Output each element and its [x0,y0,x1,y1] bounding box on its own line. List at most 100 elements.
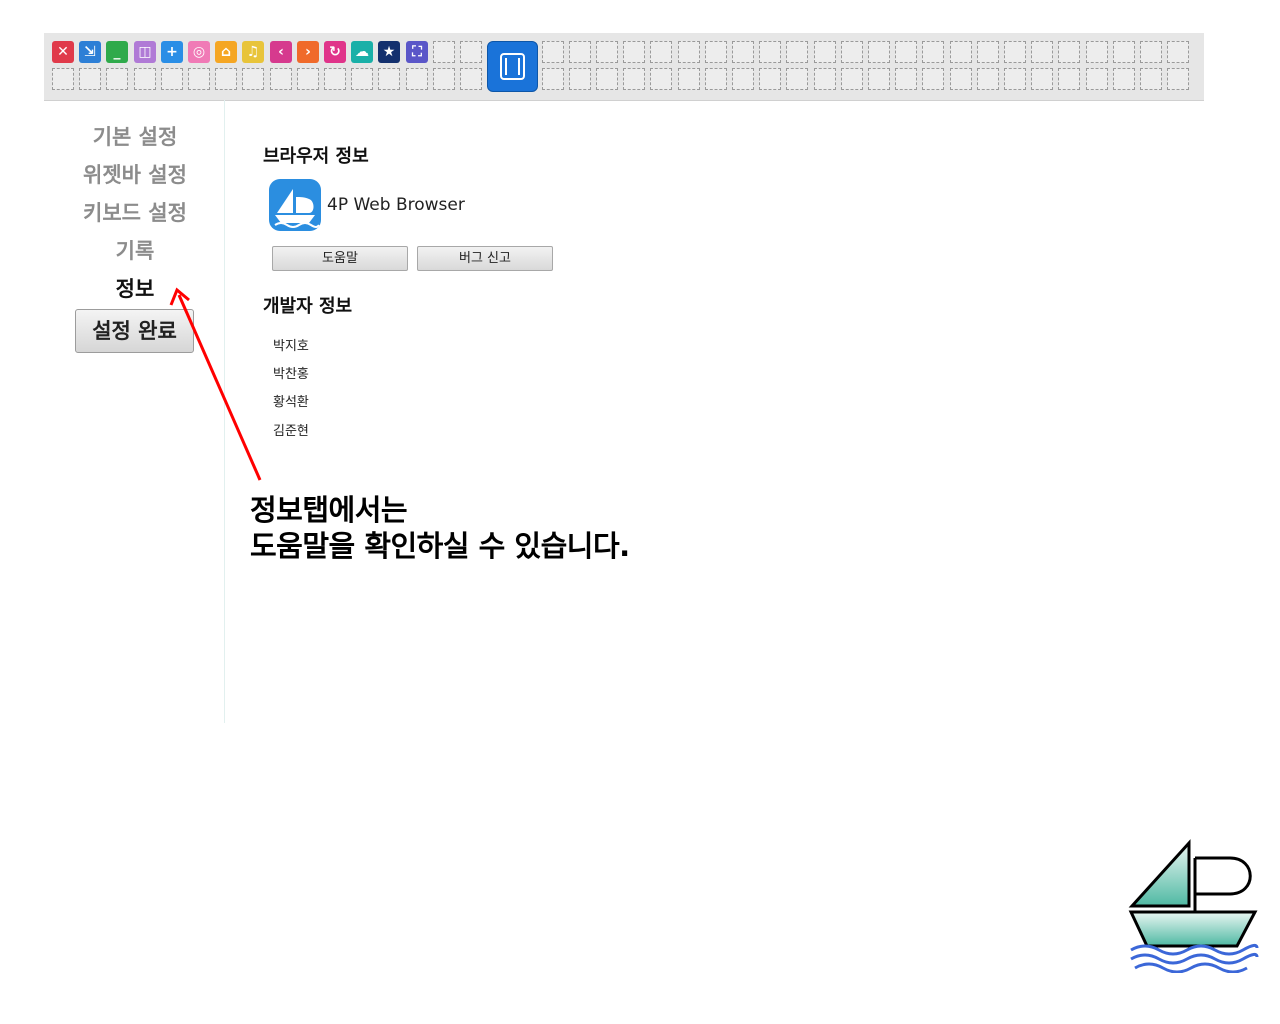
empty-widget-slot[interactable] [324,68,346,90]
empty-widget-slot[interactable] [542,41,564,63]
forward-icon[interactable]: › [297,41,319,63]
empty-widget-slot[interactable] [188,68,210,90]
empty-widget-slot[interactable] [1086,68,1108,90]
empty-widget-slot[interactable] [759,68,781,90]
empty-widget-slot[interactable] [1086,41,1108,63]
sidebar-item-keyboard-settings[interactable]: 키보드 설정 [0,197,270,227]
split-window-icon[interactable]: ◫ [134,41,156,63]
empty-widget-slot[interactable] [161,68,183,90]
empty-widget-slot[interactable] [950,41,972,63]
empty-widget-slot[interactable] [868,41,890,63]
empty-widget-slot[interactable] [378,68,400,90]
empty-widget-slot[interactable] [732,41,754,63]
empty-widget-slot[interactable] [569,68,591,90]
annotation-line-1: 정보탭에서는 [250,493,408,527]
empty-widget-slot[interactable] [868,68,890,90]
developer-name: 박찬홍 [273,367,309,382]
empty-widget-slot[interactable] [977,68,999,90]
weather-icon[interactable]: ☁ [351,41,373,63]
empty-widget-slot[interactable] [623,41,645,63]
add-tab-icon[interactable]: + [161,41,183,63]
fullscreen-icon[interactable]: ⛶ [406,41,428,63]
developer-info-title: 개발자 정보 [263,296,353,317]
empty-widget-slot[interactable] [705,41,727,63]
empty-widget-slot[interactable] [1113,68,1135,90]
empty-widget-slot[interactable] [596,68,618,90]
sidebar-item-history[interactable]: 기록 [0,235,270,265]
empty-widget-slot[interactable] [1140,68,1162,90]
empty-widget-slot[interactable] [433,68,455,90]
empty-widget-slot[interactable] [569,41,591,63]
empty-widget-slot[interactable] [52,68,74,90]
empty-widget-slot[interactable] [106,68,128,90]
empty-widget-slot[interactable] [814,68,836,90]
empty-widget-slot[interactable] [678,68,700,90]
annotation-line-2: 도움말을 확인하실 수 있습니다. [250,529,630,563]
empty-widget-slot[interactable] [1031,41,1053,63]
empty-widget-slot[interactable] [814,41,836,63]
empty-widget-slot[interactable] [1058,41,1080,63]
empty-widget-slot[interactable] [895,41,917,63]
empty-widget-slot[interactable] [786,41,808,63]
sidebar-item-widgetbar-settings[interactable]: 위젯바 설정 [0,159,270,189]
empty-widget-slot[interactable] [460,41,482,63]
app-name: 4P Web Browser [327,195,465,215]
developer-name: 박지호 [273,339,309,354]
empty-widget-slot[interactable] [1140,41,1162,63]
empty-widget-slot[interactable] [841,41,863,63]
empty-widget-slot[interactable] [759,41,781,63]
empty-widget-slot[interactable] [215,68,237,90]
minimize-window-icon[interactable]: ⇲ [79,41,101,63]
bug-report-button[interactable]: 버그 신고 [417,246,553,271]
empty-widget-slot[interactable] [1031,68,1053,90]
help-button[interactable]: 도움말 [272,246,408,271]
home-icon[interactable]: ⌂ [215,41,237,63]
empty-widget-slot[interactable] [270,68,292,90]
empty-widget-slot[interactable] [623,68,645,90]
empty-widget-slot[interactable] [596,41,618,63]
globe-icon[interactable]: ◎ [188,41,210,63]
back-icon[interactable]: ‹ [270,41,292,63]
settings-sidebar: 기본 설정 위젯바 설정 키보드 설정 기록 정보 설정 완료 [0,100,225,723]
close-icon[interactable]: ✕ [52,41,74,63]
empty-widget-slot[interactable] [732,68,754,90]
sidebar-item-info[interactable]: 정보 [0,273,270,303]
empty-widget-slot[interactable] [895,68,917,90]
minimize-icon[interactable]: _ [106,41,128,63]
empty-widget-slot[interactable] [1167,41,1189,63]
empty-widget-slot[interactable] [705,68,727,90]
empty-widget-slot[interactable] [1167,68,1189,90]
empty-widget-slot[interactable] [406,68,428,90]
window-toggle-widget-icon[interactable] [487,41,538,92]
empty-widget-slot[interactable] [922,68,944,90]
empty-widget-slot[interactable] [297,68,319,90]
empty-widget-slot[interactable] [433,41,455,63]
empty-widget-slot[interactable] [242,68,264,90]
empty-widget-slot[interactable] [650,41,672,63]
empty-widget-slot[interactable] [134,68,156,90]
empty-widget-slot[interactable] [1058,68,1080,90]
empty-widget-slot[interactable] [79,68,101,90]
widget-bar: ✕ ⇲ _ ◫ + ◎ ⌂ ♫ ‹ › ↻ ☁ ★ ⛶ [44,33,1204,101]
empty-widget-slot[interactable] [786,68,808,90]
empty-widget-slot[interactable] [977,41,999,63]
empty-widget-slot[interactable] [650,68,672,90]
empty-widget-slot[interactable] [841,68,863,90]
music-icon[interactable]: ♫ [242,41,264,63]
empty-widget-slot[interactable] [950,68,972,90]
browser-info-title: 브라우저 정보 [263,146,369,167]
refresh-icon[interactable]: ↻ [324,41,346,63]
empty-widget-slot[interactable] [922,41,944,63]
bookmark-icon[interactable]: ★ [378,41,400,63]
empty-widget-slot[interactable] [678,41,700,63]
developer-name: 김준현 [273,424,309,439]
sidebar-item-basic-settings[interactable]: 기본 설정 [0,121,270,151]
empty-widget-slot[interactable] [1004,68,1026,90]
4p-boat-logo-icon [1125,838,1260,974]
empty-widget-slot[interactable] [542,68,564,90]
empty-widget-slot[interactable] [1113,41,1135,63]
settings-done-button[interactable]: 설정 완료 [75,309,194,353]
empty-widget-slot[interactable] [1004,41,1026,63]
empty-widget-slot[interactable] [460,68,482,90]
empty-widget-slot[interactable] [351,68,373,90]
